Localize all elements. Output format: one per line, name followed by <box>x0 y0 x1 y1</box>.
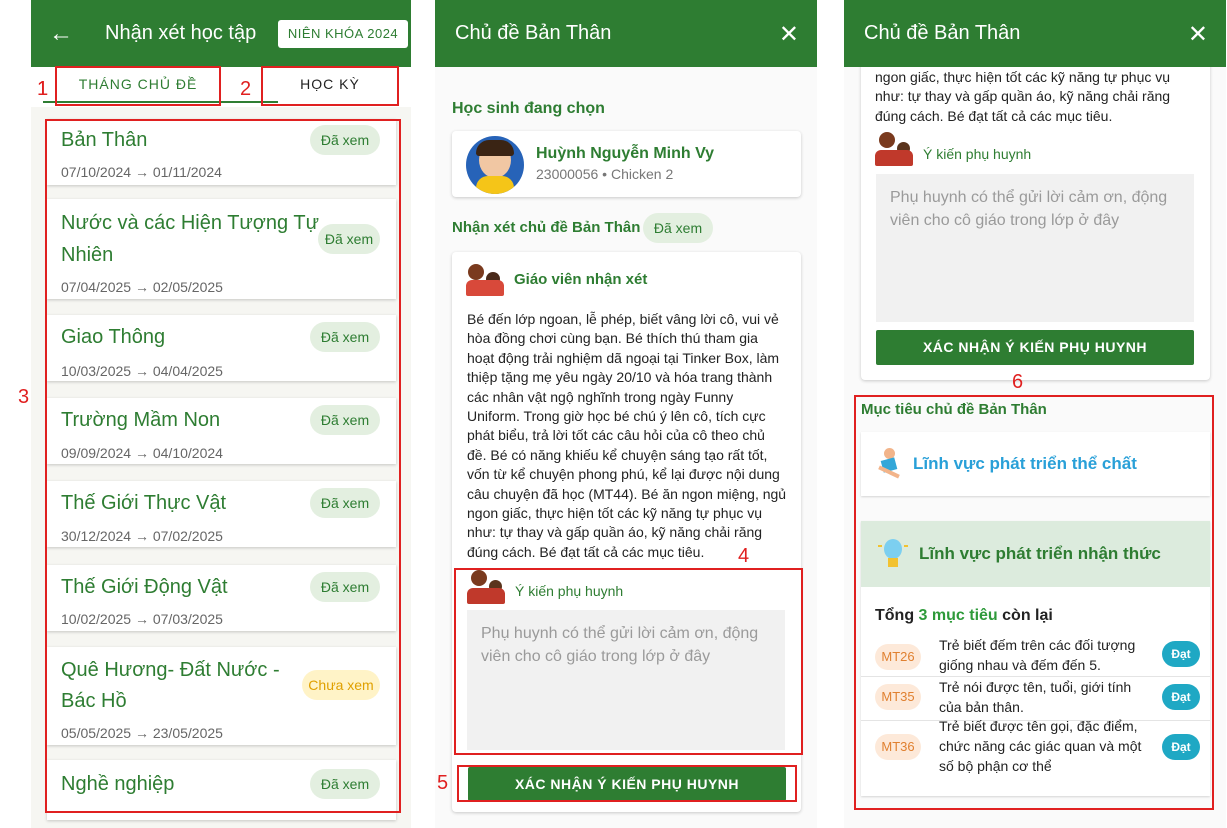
teacher-label: Giáo viên nhận xét <box>514 271 648 288</box>
parent-icon <box>875 132 915 168</box>
teacher-comment: Bé đến lớp ngoan, lễ phép, biết vâng lời… <box>467 311 787 560</box>
parent-comment-input[interactable]: Phụ huynh có thể gửi lời cảm ơn, động vi… <box>876 174 1194 322</box>
callout-number-4: 4 <box>738 545 750 567</box>
dialog-header: Chủ đề Bản Thân ✕ <box>435 0 817 67</box>
avatar <box>466 136 524 194</box>
callout-box-1 <box>55 66 221 106</box>
topic-detail-scrolled-screen: ngon giấc, thực hiện tốt các kỹ năng tự … <box>844 0 1226 828</box>
confirm-parent-button[interactable]: XÁC NHẬN Ý KIẾN PHỤ HUYNH <box>876 330 1194 365</box>
callout-number-3-outer: 3 <box>18 386 30 408</box>
callout-box-6 <box>854 395 1214 810</box>
callout-box-3 <box>45 119 401 813</box>
teacher-comment-tail: ngon giấc, thực hiện tốt các kỹ năng tự … <box>875 69 1171 124</box>
school-year-button[interactable]: NIÊN KHÓA 2024 <box>278 20 408 48</box>
content-area: ngon giấc, thực hiện tốt các kỹ năng tự … <box>844 0 1226 828</box>
dialog-header: Chủ đề Bản Thân ✕ <box>844 0 1226 67</box>
teacher-icon <box>466 262 506 298</box>
student-card[interactable]: Huỳnh Nguyễn Minh Vy 23000056 • Chicken … <box>452 131 801 197</box>
topic-list-screen: ← Nhận xét học tập NIÊN KHÓA 2024 THÁNG … <box>31 0 411 828</box>
callout-box-4 <box>454 568 803 755</box>
topic-detail-screen: Chủ đề Bản Thân ✕ Học sinh đang chọn Huỳ… <box>435 0 817 828</box>
back-arrow-icon[interactable]: ← <box>49 20 89 48</box>
callout-number-6: 6 <box>1012 371 1024 393</box>
callout-number-2: 2 <box>240 78 252 100</box>
review-status-badge: Đã xem <box>643 213 713 243</box>
callout-number-1-label: 1 <box>37 78 49 100</box>
parent-label: Ý kiến phụ huynh <box>923 146 1032 162</box>
selected-student-label: Học sinh đang chọn <box>452 100 605 117</box>
student-meta: 23000056 • Chicken 2 <box>536 166 674 182</box>
page-title: Nhận xét học tập <box>105 22 257 44</box>
app-header: ← Nhận xét học tập NIÊN KHÓA 2024 <box>31 0 411 67</box>
callout-box-2 <box>261 66 399 106</box>
close-icon[interactable]: ✕ <box>1188 20 1208 49</box>
callout-number-5: 5 <box>437 772 449 794</box>
teacher-comment-card: ngon giấc, thực hiện tốt các kỹ năng tự … <box>861 40 1210 380</box>
review-label: Nhận xét chủ đề Bản Thân <box>452 219 641 236</box>
dialog-title: Chủ đề Bản Thân <box>455 22 612 44</box>
dialog-title: Chủ đề Bản Thân <box>864 22 1021 44</box>
close-icon[interactable]: ✕ <box>779 20 799 49</box>
student-name: Huỳnh Nguyễn Minh Vy <box>536 145 715 162</box>
callout-box-5 <box>457 765 797 802</box>
